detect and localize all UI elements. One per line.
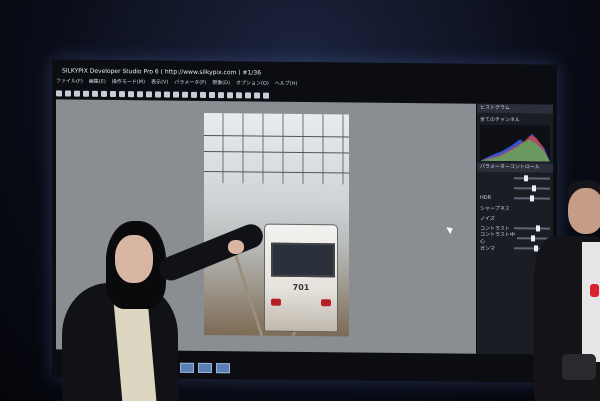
tram-photo: 701	[204, 112, 349, 337]
menu-edit[interactable]: 編集(E)	[89, 78, 106, 87]
pointing-hand	[228, 240, 244, 254]
tool-icon[interactable]	[182, 91, 188, 98]
tram-light	[321, 299, 331, 307]
tool-icon[interactable]	[236, 92, 242, 99]
menu-parameter[interactable]: パラメータ(P)	[174, 79, 206, 88]
tool-icon[interactable]	[110, 90, 116, 98]
tool-icon[interactable]	[155, 91, 161, 98]
shirt	[582, 242, 600, 362]
tool-icon[interactable]	[200, 91, 206, 98]
contrast-center-label: コントラスト中心	[480, 231, 515, 245]
tool-icon[interactable]	[209, 91, 215, 99]
channel-selector[interactable]: 全てのチャンネル	[480, 115, 550, 124]
mouse-cursor-icon	[446, 224, 455, 235]
hdr-label: HDR	[480, 194, 492, 201]
tram: 701	[264, 223, 338, 333]
thumbnail[interactable]	[216, 363, 230, 374]
camera	[562, 354, 596, 380]
overhead-gantry	[204, 112, 349, 185]
thumbnail[interactable]	[180, 362, 194, 373]
shirt-logo	[590, 284, 599, 297]
presentation-scene: SILKYPIX Developer Studio Pro 6 ( http:/…	[0, 0, 600, 401]
tool-icon[interactable]	[56, 90, 62, 97]
histogram-header: ヒストグラム	[477, 103, 553, 114]
tool-icon[interactable]	[65, 90, 71, 97]
tool-icon[interactable]	[137, 91, 143, 98]
menu-file[interactable]: ファイル(F)	[56, 77, 83, 86]
tool-icon[interactable]	[263, 92, 269, 99]
presenter-woman	[48, 213, 267, 401]
tool-icon[interactable]	[119, 91, 125, 98]
channel-label: 全てのチャンネル	[480, 116, 520, 123]
histogram-graph	[480, 133, 550, 162]
noise-label: ノイズ	[480, 215, 495, 222]
tool-icon[interactable]	[146, 91, 152, 98]
menu-options[interactable]: オプション(O)	[236, 79, 269, 88]
menu-develop[interactable]: 現像(D)	[212, 79, 230, 88]
menu-mode[interactable]: 操作モード(M)	[112, 78, 145, 87]
parameter-header: パラメーターコントロール	[477, 162, 553, 173]
tool-icon[interactable]	[74, 90, 80, 97]
tool-icon[interactable]	[191, 91, 197, 98]
menu-view[interactable]: 表示(V)	[151, 78, 168, 87]
tool-icon[interactable]	[83, 90, 89, 97]
tool-icon[interactable]	[218, 92, 224, 99]
gamma-label: ガンマ	[480, 245, 496, 252]
tool-icon[interactable]	[92, 90, 98, 97]
face	[568, 188, 600, 234]
face	[115, 235, 153, 283]
thumbnail[interactable]	[198, 362, 212, 374]
tool-icon[interactable]	[245, 92, 251, 99]
tram-window	[271, 242, 335, 278]
tram-number: 701	[292, 282, 310, 293]
tool-icon[interactable]	[227, 92, 233, 99]
tool-icon[interactable]	[164, 91, 170, 98]
sharpness-label: シャープネス	[480, 205, 510, 212]
tool-icon[interactable]	[128, 91, 134, 98]
tool-icon[interactable]	[101, 90, 107, 97]
histogram	[480, 124, 550, 162]
menu-help[interactable]: ヘルプ(H)	[275, 80, 298, 89]
tram-light	[271, 298, 281, 306]
tool-icon[interactable]	[254, 92, 260, 99]
tool-icon[interactable]	[173, 91, 179, 98]
